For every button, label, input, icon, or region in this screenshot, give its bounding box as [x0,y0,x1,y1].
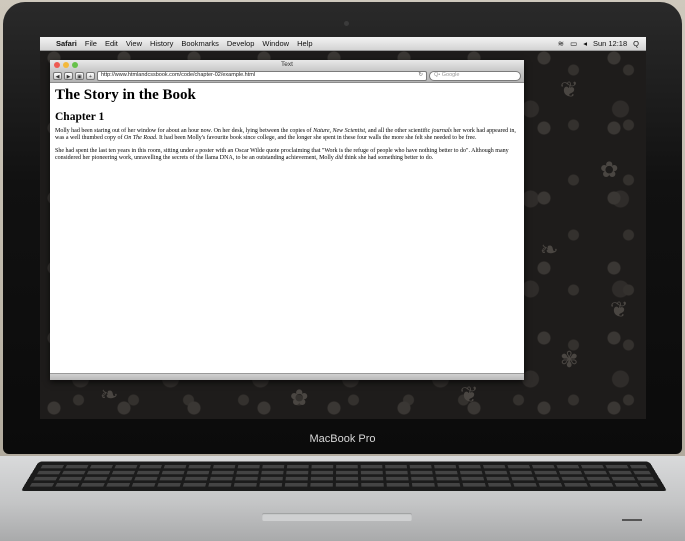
mac-menu-bar: Safari File Edit View History Bookmarks … [40,37,646,51]
menu-bookmarks[interactable]: Bookmarks [177,39,223,48]
p2-did: did [335,155,343,161]
address-bar[interactable]: http://www.htmlandcssbook.com/code/chapt… [97,71,427,81]
chapter-heading: Chapter 1 [55,111,105,123]
menu-clock[interactable]: Sun 12:18 [590,39,630,48]
paragraph-1: Molly had been staring out of her window… [55,128,519,142]
p1-on-the-road: On The Road [123,135,156,141]
wallpaper-pattern-icon: ✾ [560,347,579,372]
key-row [29,483,659,487]
wallpaper-pattern-icon: ❦ [610,297,629,322]
page-title: The Story in the Book [55,87,196,103]
key-row [33,476,655,481]
page-content: The Story in the Book Chapter 1 Molly ha… [50,83,524,374]
menu-history[interactable]: History [146,39,177,48]
zoom-icon[interactable] [72,62,78,68]
screen: ❦ ✿ ❧ ❦ ✾ ❧ ✿ ❦ Safari File Edit View Hi… [40,37,646,419]
volume-icon[interactable]: ◂ [580,39,590,48]
minimize-icon[interactable] [63,62,69,68]
p1-text-e: . It had been Molly's favourite book sin… [155,135,477,141]
menu-view[interactable]: View [122,39,146,48]
p2-text-a: She had spent the last ten years in this… [55,148,509,161]
close-icon[interactable] [54,62,60,68]
paragraph-2: She had spent the last ten years in this… [55,148,519,162]
p1-nature: Nature [313,128,330,134]
add-bookmark-icon[interactable]: + [86,72,95,80]
menu-safari[interactable]: Safari [52,39,81,48]
p1-new-scientist: New Scientist [332,128,366,134]
url-text: http://www.htmlandcssbook.com/code/chapt… [101,72,256,78]
status-menus: ≋ ▭ ◂ Sun 12:18 Q [555,39,646,48]
menu-file[interactable]: File [81,39,101,48]
wallpaper-pattern-icon: ✿ [600,157,619,182]
keyboard [20,461,668,492]
forward-icon[interactable]: ▶ [64,72,73,80]
window-titlebar[interactable]: Text [50,60,524,70]
p1-text-c: , and all the other scientific [365,128,432,134]
safari-window: Text ◀ ▶ ▣ + http://www.htmlandcssbook.c… [50,60,524,380]
menu-window[interactable]: Window [258,39,293,48]
p1-journals: journals [431,128,452,134]
reload-icon[interactable]: ↻ [418,72,423,79]
wallpaper-pattern-icon: ❧ [540,237,559,262]
window-status-bar [50,373,524,380]
menu-develop[interactable]: Develop [223,39,259,48]
bookmark-icon[interactable]: ▣ [75,72,84,80]
search-field[interactable]: Q• Google [429,71,521,81]
traffic-lights [54,62,78,68]
window-title: Text [281,61,293,68]
p2-text-b: think she had something better to do. [342,155,434,161]
camera-icon [344,21,349,26]
wallpaper-pattern-icon: ✿ [290,385,309,410]
laptop-model-label: MacBook Pro [309,433,376,445]
key-row [37,470,651,475]
wallpaper-pattern-icon: ❦ [560,77,579,102]
menu-help[interactable]: Help [293,39,316,48]
back-icon[interactable]: ◀ [53,72,62,80]
browser-toolbar: ◀ ▶ ▣ + http://www.htmlandcssbook.com/co… [50,70,524,83]
front-edge-light [622,519,642,521]
battery-icon[interactable]: ▭ [567,39,580,48]
menu-edit[interactable]: Edit [101,39,122,48]
wifi-icon[interactable]: ≋ [555,39,567,48]
key-row [40,464,648,469]
trackpad [262,513,412,521]
p1-text-a: Molly had been staring out of her window… [55,128,314,134]
spotlight-icon[interactable]: Q [630,39,642,48]
wallpaper-pattern-icon: ❦ [460,382,479,407]
wallpaper-pattern-icon: ❧ [100,382,119,407]
